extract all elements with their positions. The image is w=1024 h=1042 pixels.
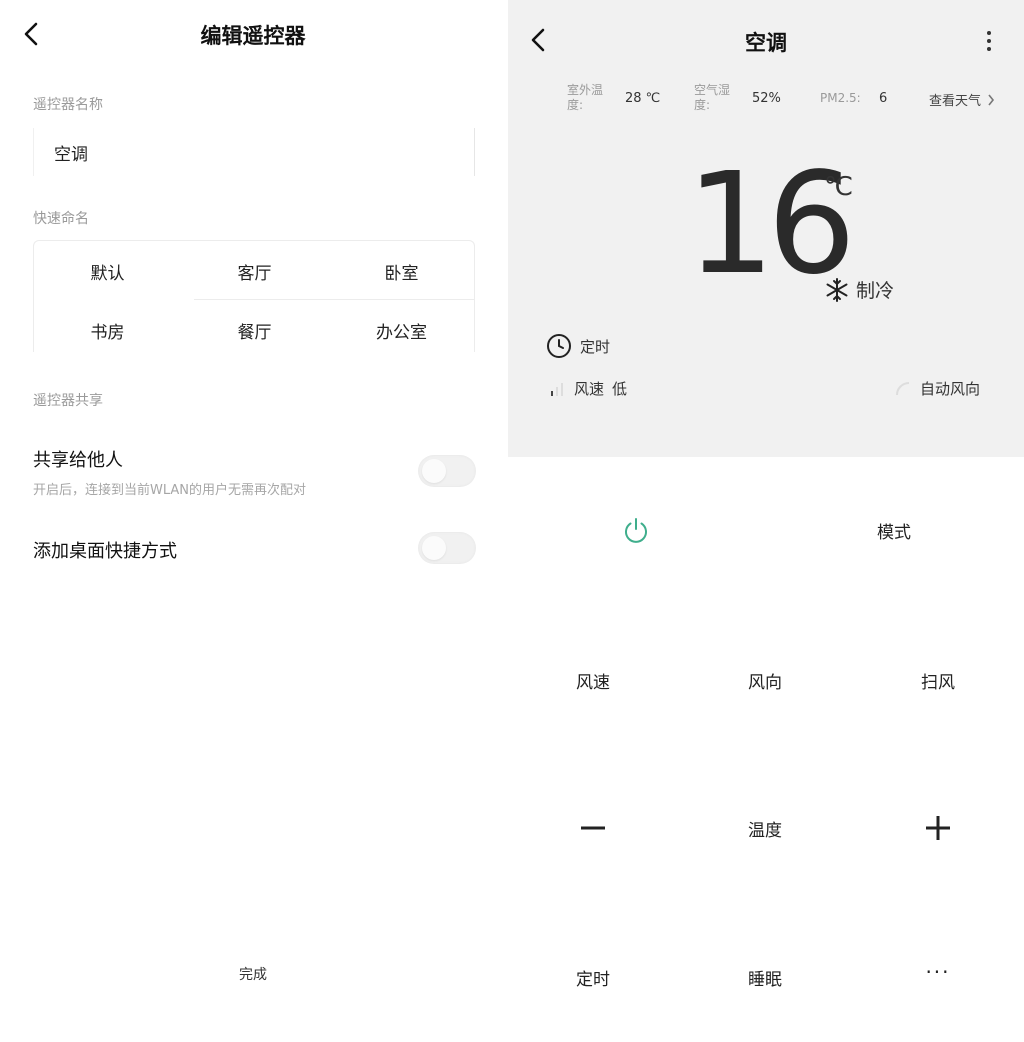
share-section-label: 遥控器共享 (33, 393, 103, 409)
quick-name-office[interactable]: 办公室 (328, 302, 475, 358)
name-section-label: 遥控器名称 (33, 97, 103, 113)
quick-name-section-label: 快速命名 (33, 211, 89, 227)
sleep-button[interactable]: 睡眠 (697, 947, 833, 1007)
outdoor-temp-label: 室外温度: (567, 83, 604, 112)
power-button[interactable] (568, 500, 704, 560)
temperature-down-button[interactable] (525, 798, 661, 858)
swing-status-label: 自动风向 (920, 380, 981, 398)
fan-speed-button[interactable]: 风速 (525, 650, 661, 710)
pm25-label: PM2.5: (820, 91, 861, 105)
pm25-value: 6 (879, 91, 888, 106)
share-description: 开启后，连接到当前WLAN的用户无需再次配对 (33, 483, 307, 498)
quick-name-bedroom[interactable]: 卧室 (328, 243, 475, 299)
share-toggle[interactable] (418, 455, 476, 487)
page-title: 编辑遥控器 (200, 24, 306, 48)
quick-name-living-room[interactable]: 客厅 (181, 243, 328, 299)
ac-remote-screen: 空调 室外温度: 28 ℃ 空气湿度: 52% PM2.5: 6 查看天气 16… (508, 0, 1024, 1042)
fan-speed-status-value: 低 (612, 380, 628, 398)
timer-status: 定时 (546, 333, 610, 359)
page-title: 空调 (745, 31, 787, 55)
temperature-label: 温度 (748, 820, 782, 841)
quick-name-grid: 默认 客厅 卧室 书房 餐厅 办公室 (33, 240, 475, 352)
toggle-knob (422, 536, 446, 560)
signal-bars-icon (551, 382, 563, 396)
swing-icon (896, 381, 910, 395)
shortcut-toggle[interactable] (418, 532, 476, 564)
humidity-value: 52% (752, 91, 781, 106)
quick-name-study[interactable]: 书房 (34, 302, 181, 358)
temperature-up-button[interactable] (870, 798, 1006, 858)
timer-button[interactable]: 定时 (525, 947, 661, 1007)
dot (987, 31, 991, 35)
fan-speed-status-label: 风速 (574, 380, 605, 398)
power-icon (625, 518, 647, 543)
fan-speed-status: 风速 低 (550, 378, 627, 399)
edit-remote-screen: 编辑遥控器 遥控器名称 空调 快速命名 默认 客厅 卧室 书房 餐厅 办公室 遥… (0, 0, 506, 1042)
timer-status-label: 定时 (580, 337, 611, 356)
humidity-label: 空气湿度: (694, 83, 731, 112)
current-mode: 制冷 (824, 276, 894, 303)
minus-icon (581, 826, 605, 830)
quick-name-default[interactable]: 默认 (34, 243, 181, 299)
toggle-knob (422, 459, 446, 483)
remote-name-value: 空调 (54, 144, 88, 165)
dot (987, 47, 991, 51)
view-weather-label: 查看天气 (929, 94, 982, 109)
temperature-unit: ℃ (824, 172, 854, 202)
plus-icon (926, 816, 950, 840)
more-menu-button[interactable] (978, 26, 1000, 56)
view-weather-link[interactable]: 查看天气 (929, 90, 995, 109)
fan-direction-button[interactable]: 风向 (697, 650, 833, 710)
done-button[interactable]: 完成 (0, 964, 506, 984)
current-mode-label: 制冷 (856, 280, 895, 302)
share-title: 共享给他人 (33, 450, 123, 471)
grid-divider (194, 299, 474, 300)
outdoor-temp-value: 28 ℃ (625, 91, 661, 106)
sweep-button[interactable]: 扫风 (870, 650, 1006, 710)
chevron-right-icon (988, 94, 995, 105)
quick-name-dining-room[interactable]: 餐厅 (181, 302, 328, 358)
mode-button[interactable]: 模式 (826, 500, 962, 560)
snowflake-icon (826, 277, 848, 302)
remote-name-input[interactable]: 空调 (33, 128, 475, 176)
swing-status: 自动风向 (894, 378, 980, 399)
ac-status-card: 空调 室外温度: 28 ℃ 空气湿度: 52% PM2.5: 6 查看天气 16… (508, 0, 1024, 457)
more-button[interactable]: ··· (870, 942, 1006, 1002)
clock-icon (547, 334, 571, 358)
shortcut-title: 添加桌面快捷方式 (33, 541, 177, 562)
dot (987, 39, 991, 43)
